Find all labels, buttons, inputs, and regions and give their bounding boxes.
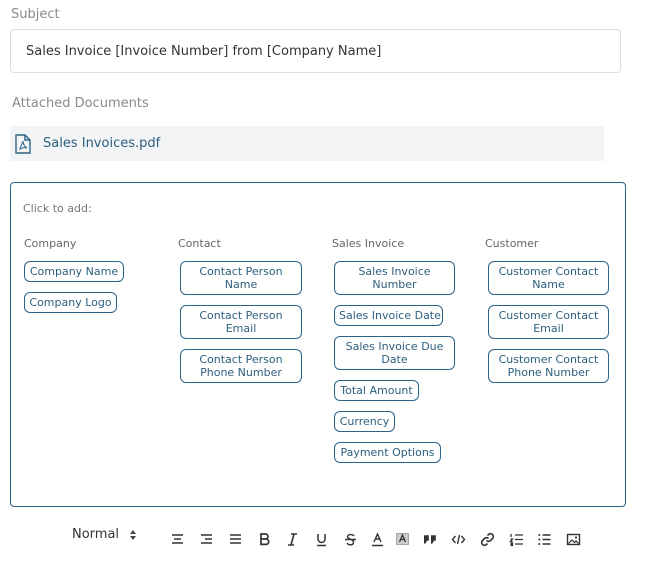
underline-icon [316,533,326,546]
bullet-list-button[interactable] [534,529,554,549]
italic-button[interactable] [282,529,302,549]
placeholder-chip[interactable]: Customer Contact Email [488,305,609,339]
select-arrows-icon [130,529,137,540]
placeholder-chip[interactable]: Payment Options [334,442,441,463]
italic-icon [287,532,297,546]
underline-button[interactable] [311,529,331,549]
placeholder-chip[interactable]: Currency [334,411,395,432]
placeholder-chip[interactable]: Total Amount [334,380,419,401]
placeholder-chip[interactable]: Sales Invoice Number [334,261,455,295]
column-title: Company [24,237,77,250]
attached-documents-label: Attached Documents [12,96,149,111]
text-format-select[interactable]: Normal [72,527,137,542]
column-title: Contact [178,237,221,250]
strikethrough-button[interactable] [340,529,360,549]
pdf-file-icon [15,133,31,154]
blockquote-button[interactable] [419,529,439,549]
customer-column: Customer Customer Contact Name Customer … [485,237,609,393]
column-title: Customer [485,237,539,250]
format-value: Normal [72,527,120,542]
bullet-list-icon [537,533,550,545]
placeholder-chip[interactable]: Company Logo [24,292,117,313]
subject-input[interactable] [10,29,621,73]
placeholder-chip[interactable]: Sales Invoice Due Date [334,336,455,370]
image-icon [566,533,580,545]
ordered-list-button[interactable] [506,529,526,549]
text-color-button[interactable] [367,529,387,549]
subject-label: Subject [11,7,60,22]
strikethrough-icon [344,533,356,546]
sales-invoice-column: Sales Invoice Sales Invoice Number Sales… [332,237,455,473]
code-icon [451,534,465,544]
placeholder-chip[interactable]: Contact Person Email [180,305,302,339]
placeholder-chip[interactable]: Customer Contact Phone Number [488,349,609,383]
background-color-button[interactable] [392,529,412,549]
text-color-icon [371,531,383,546]
align-justify-button[interactable] [225,529,245,549]
align-right-button[interactable] [196,529,216,549]
link-icon [480,532,494,546]
attachment-name[interactable]: Sales Invoices.pdf [43,136,160,151]
background-color-icon [395,532,409,545]
editor-toolbar: Normal [0,525,648,553]
company-column: Company Company Name Company Logo [24,237,124,323]
column-title: Sales Invoice [332,237,405,250]
bold-button[interactable] [254,529,274,549]
placeholder-chip[interactable]: Customer Contact Name [488,261,609,295]
align-right-icon [200,533,212,544]
code-button[interactable] [448,529,468,549]
align-center-button[interactable] [167,529,187,549]
placeholder-chip[interactable]: Contact Person Phone Number [180,349,302,383]
attachment-item[interactable]: Sales Invoices.pdf [10,126,604,161]
ordered-list-icon [508,533,523,546]
align-justify-icon [229,533,241,544]
bold-icon [259,532,269,545]
click-to-add-label: Click to add: [23,202,92,215]
placeholder-chip[interactable]: Contact Person Name [180,261,302,295]
placeholder-panel: Click to add: Company Company Name Compa… [10,182,626,507]
placeholder-chip[interactable]: Sales Invoice Date [334,305,443,326]
image-button[interactable] [563,529,583,549]
blockquote-icon [423,534,436,544]
contact-column: Contact Contact Person Name Contact Pers… [178,237,302,393]
placeholder-chip[interactable]: Company Name [24,261,124,282]
align-center-icon [171,533,183,544]
link-button[interactable] [477,529,497,549]
